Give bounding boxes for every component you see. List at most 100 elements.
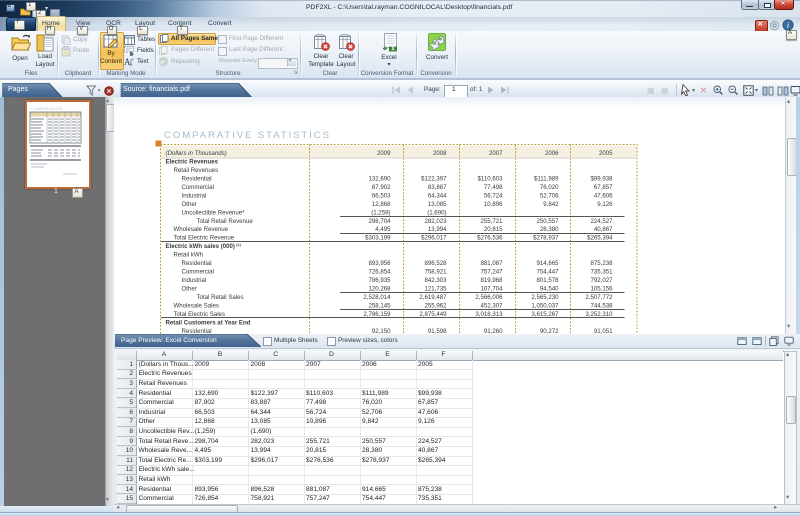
svg-text:893,956: 893,956 (368, 260, 391, 267)
svg-text:2,507,772: 2,507,772 (585, 294, 613, 301)
svg-text:40,867: 40,867 (594, 226, 613, 233)
svg-text:2,619,487: 2,619,487 (419, 294, 447, 301)
svg-text:258,145: 258,145 (368, 303, 391, 310)
svg-text:$296,017: $296,017 (421, 235, 447, 242)
svg-text:2007: 2007 (489, 150, 503, 157)
svg-text:28,380: 28,380 (540, 226, 559, 233)
svg-text:83,887: 83,887 (428, 184, 447, 191)
svg-text:$278,937: $278,937 (533, 235, 559, 242)
svg-text:801,578: 801,578 (536, 277, 559, 284)
svg-text:$110,603: $110,603 (478, 175, 504, 182)
svg-text:2,875,449: 2,875,449 (419, 311, 447, 318)
svg-text:819,968: 819,968 (480, 277, 503, 284)
svg-text:13,994: 13,994 (428, 226, 447, 233)
svg-text:3,018,313: 3,018,313 (475, 311, 503, 318)
svg-text:Retail Customers at Year End: Retail Customers at Year End (166, 319, 251, 326)
svg-text:Electric Revenues: Electric Revenues (166, 159, 219, 166)
svg-text:2008: 2008 (433, 150, 447, 157)
svg-text:Residential: Residential (182, 260, 212, 267)
svg-text:792,027: 792,027 (590, 277, 613, 284)
svg-text:875,238: 875,238 (590, 260, 613, 267)
svg-text:2,786,159: 2,786,159 (363, 311, 391, 318)
svg-text:2,566,006: 2,566,006 (475, 294, 503, 301)
svg-text:2005: 2005 (599, 150, 613, 157)
svg-text:77,498: 77,498 (484, 184, 503, 191)
svg-text:Other: Other (182, 286, 197, 293)
svg-text:726,854: 726,854 (368, 269, 391, 276)
svg-text:744,538: 744,538 (590, 303, 613, 310)
svg-text:452,307: 452,307 (480, 303, 503, 310)
svg-text:757,247: 757,247 (480, 269, 503, 276)
svg-text:881,087: 881,087 (480, 260, 503, 267)
svg-text:(1,690): (1,690) (427, 209, 446, 216)
svg-text:76,020: 76,020 (540, 184, 559, 191)
svg-text:786,935: 786,935 (368, 277, 391, 284)
svg-text:20,815: 20,815 (484, 226, 503, 233)
svg-text:Uncollectible Revenue*: Uncollectible Revenue* (182, 209, 246, 216)
svg-text:255,962: 255,962 (424, 303, 447, 310)
svg-text:224,527: 224,527 (590, 218, 613, 225)
svg-text:12,868: 12,868 (372, 201, 391, 208)
svg-text:$303,199: $303,199 (365, 235, 391, 242)
svg-text:Industrial: Industrial (182, 277, 207, 284)
svg-text:3,615,267: 3,615,267 (531, 311, 559, 318)
svg-text:132,690: 132,690 (368, 175, 391, 182)
svg-text:758,921: 758,921 (424, 269, 447, 276)
svg-text:Commercial: Commercial (182, 184, 215, 191)
svg-text:(1,259): (1,259) (371, 209, 390, 216)
svg-text:298,704: 298,704 (368, 218, 391, 225)
svg-text:Other: Other (182, 201, 197, 208)
svg-text:2009: 2009 (377, 150, 391, 157)
svg-text:A: A (124, 57, 131, 67)
svg-text:Wholesale Revenue: Wholesale Revenue (174, 226, 229, 233)
svg-text:754,447: 754,447 (536, 269, 559, 276)
svg-text:2006: 2006 (545, 150, 559, 157)
svg-text:67,857: 67,857 (594, 184, 613, 191)
svg-text:9,126: 9,126 (597, 201, 613, 208)
svg-text:13,085: 13,085 (428, 201, 447, 208)
svg-text:Residential: Residential (182, 175, 212, 182)
svg-text:Total Electric Sales: Total Electric Sales (174, 311, 225, 318)
svg-text:Commercial: Commercial (182, 269, 215, 276)
svg-text:4,495: 4,495 (375, 226, 391, 233)
svg-text:64,344: 64,344 (428, 192, 447, 199)
svg-text:1,050,037: 1,050,037 (531, 303, 559, 310)
svg-text:87,902: 87,902 (372, 184, 391, 191)
svg-text:47,606: 47,606 (594, 192, 613, 199)
svg-text:282,023: 282,023 (424, 218, 447, 225)
svg-text:(Dollars in Thousands): (Dollars in Thousands) (166, 150, 227, 157)
svg-text:COMPARATIVE STATISTICS: COMPARATIVE STATISTICS (164, 130, 331, 141)
svg-text:Total Retail Sales: Total Retail Sales (197, 294, 244, 301)
svg-text:2,528,014: 2,528,014 (363, 294, 391, 301)
svg-text:120,268: 120,268 (368, 286, 391, 293)
svg-text:842,303: 842,303 (424, 277, 447, 284)
svg-text:Retail kWh: Retail kWh (174, 252, 203, 259)
svg-text:COMPARATIVE: COMPARATIVE (31, 106, 63, 111)
svg-text:94,540: 94,540 (540, 286, 559, 293)
svg-text:255,721: 255,721 (480, 218, 503, 225)
svg-text:3,252,310: 3,252,310 (585, 311, 613, 318)
svg-text:52,706: 52,706 (540, 192, 559, 199)
svg-text:Electric kWh sales (000) (1): Electric kWh sales (000) (1) (166, 243, 242, 250)
svg-text:914,665: 914,665 (536, 260, 559, 267)
svg-text:896,528: 896,528 (424, 260, 447, 267)
svg-text:$122,397: $122,397 (421, 175, 447, 182)
svg-text:56,724: 56,724 (484, 192, 503, 199)
svg-text:i: i (787, 21, 789, 30)
svg-text:Wholesale Sales: Wholesale Sales (174, 303, 219, 310)
svg-text:Total Retail Revenue: Total Retail Revenue (197, 218, 254, 225)
svg-text:121,735: 121,735 (424, 286, 447, 293)
svg-text:107,704: 107,704 (480, 286, 503, 293)
svg-text:66,503: 66,503 (372, 192, 391, 199)
svg-text:9,842: 9,842 (543, 201, 559, 208)
svg-text:Retail Revenues: Retail Revenues (174, 167, 219, 174)
svg-text:250,557: 250,557 (536, 218, 559, 225)
svg-text:105,156: 105,156 (590, 286, 613, 293)
svg-text:10,896: 10,896 (484, 201, 503, 208)
svg-text:Industrial: Industrial (182, 192, 207, 199)
svg-text:$276,536: $276,536 (477, 235, 503, 242)
svg-text:$111,989: $111,989 (534, 175, 559, 182)
svg-text:$99,938: $99,938 (590, 175, 613, 182)
svg-text:735,351: 735,351 (590, 269, 613, 276)
svg-text:$265,394: $265,394 (587, 235, 613, 242)
